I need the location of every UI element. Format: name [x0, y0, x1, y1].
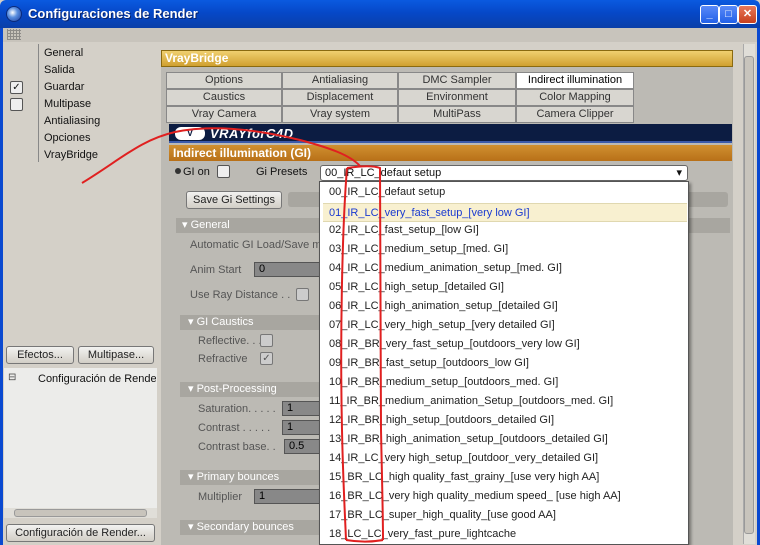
- red-annotation: [81, 127, 384, 543]
- annotation-arrow-stroke: [81, 127, 361, 184]
- annotation-column-box: [340, 165, 384, 543]
